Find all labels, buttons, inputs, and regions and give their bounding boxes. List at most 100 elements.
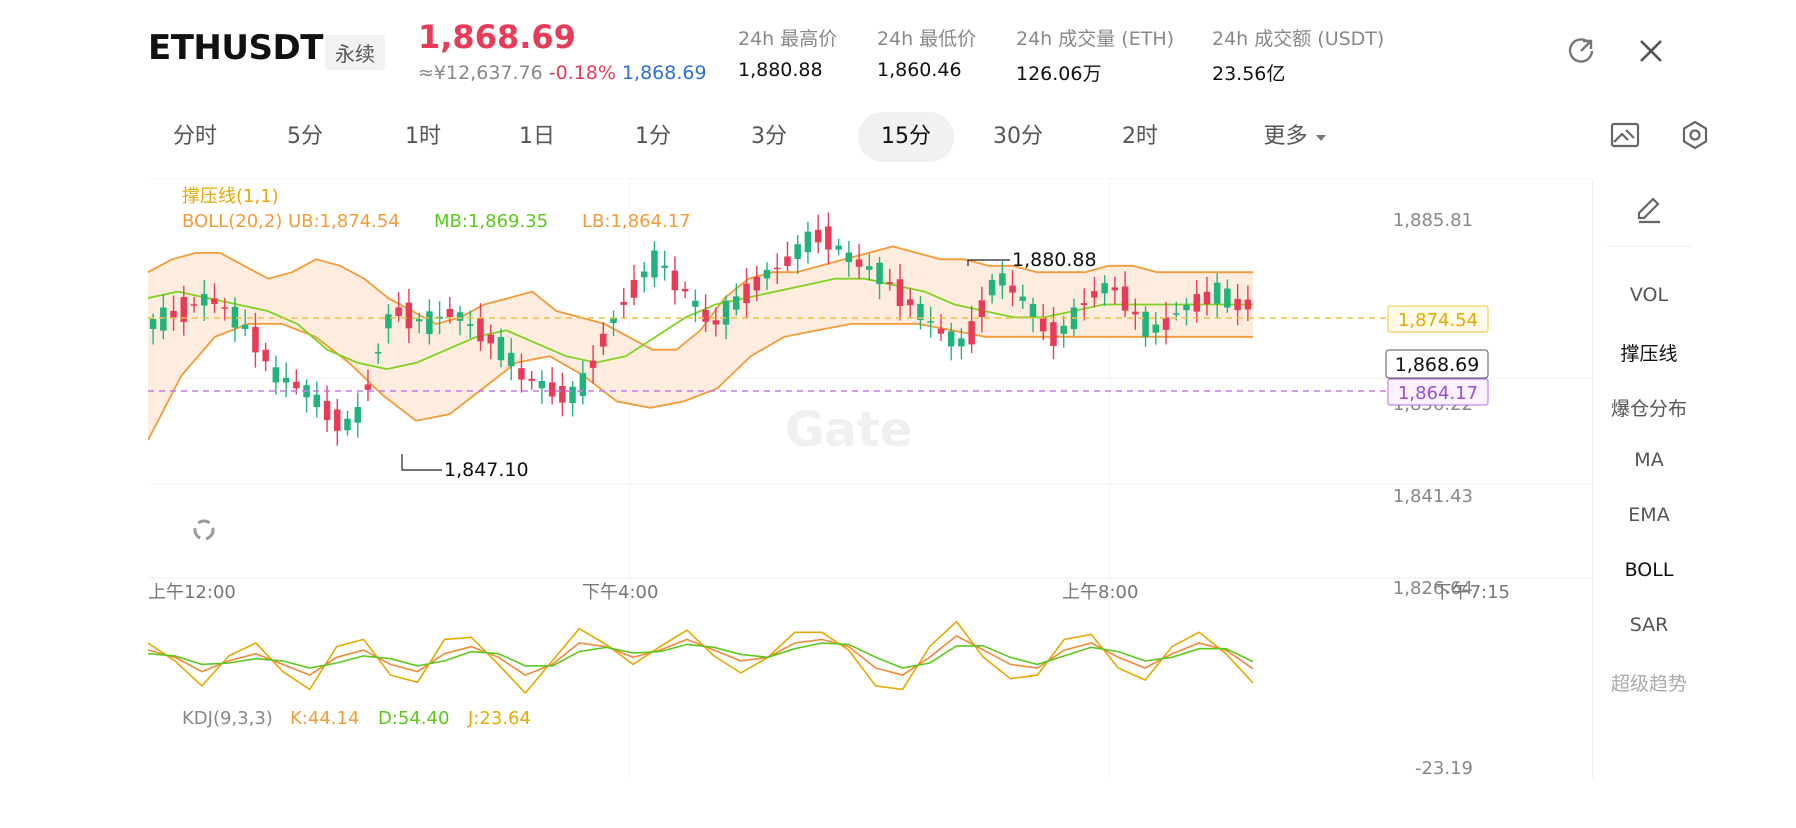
x-tick: 上午8:00 bbox=[1062, 582, 1138, 603]
candle-body bbox=[589, 360, 597, 368]
support-price: 1,864.17 bbox=[1398, 383, 1478, 404]
candle-body bbox=[1121, 286, 1129, 311]
candle-body bbox=[344, 418, 351, 431]
stat-label: 24h 成交量 (ETH) bbox=[1016, 28, 1175, 50]
candle-body bbox=[538, 381, 546, 389]
candle-body bbox=[507, 352, 515, 367]
candle-body bbox=[825, 226, 832, 250]
chart-image-icon[interactable] bbox=[1610, 120, 1640, 150]
candle-body bbox=[1019, 296, 1026, 301]
side-item-support-line[interactable]: 撑压线 bbox=[1593, 339, 1705, 366]
interval-tabs: 分时 5分 1时 1日 1分 3分 15分 30分 2时 更多 bbox=[150, 112, 1350, 162]
pencil-draw-icon[interactable] bbox=[1633, 194, 1665, 230]
side-item-sar[interactable]: SAR bbox=[1593, 614, 1705, 636]
side-item-boll[interactable]: BOLL bbox=[1593, 559, 1705, 581]
candle-body bbox=[364, 384, 372, 390]
tab-fenshi[interactable]: 分时 bbox=[150, 112, 240, 162]
side-item-liquidation[interactable]: 爆仓分布 bbox=[1593, 394, 1705, 421]
candle-body bbox=[999, 273, 1006, 286]
tab-3m[interactable]: 3分 bbox=[734, 112, 804, 162]
caret-down-icon bbox=[1315, 135, 1326, 141]
boll-legend: BOLL(20,2) bbox=[182, 211, 282, 232]
tab-more-label: 更多 bbox=[1263, 124, 1308, 149]
candle-body bbox=[518, 368, 525, 380]
candle-body bbox=[671, 270, 679, 291]
kdj-k-line bbox=[147, 634, 1254, 676]
candle-body bbox=[702, 309, 709, 322]
side-item-ma[interactable]: MA bbox=[1593, 449, 1705, 471]
candle-body bbox=[528, 378, 535, 381]
candle-body bbox=[487, 334, 494, 344]
candle-body bbox=[784, 256, 791, 266]
candle-body bbox=[937, 328, 945, 334]
candle-body bbox=[988, 279, 996, 296]
tab-5m[interactable]: 5分 bbox=[270, 112, 340, 162]
candle-body bbox=[272, 367, 280, 383]
candle-body bbox=[201, 294, 208, 306]
refresh-spinner-icon[interactable] bbox=[193, 519, 215, 541]
tab-15m[interactable]: 15分 bbox=[858, 112, 954, 162]
side-item-vol[interactable]: VOL bbox=[1593, 284, 1705, 306]
candle-body bbox=[641, 271, 648, 278]
candle-body bbox=[794, 244, 801, 259]
boll-band-fill bbox=[148, 246, 1253, 441]
candle-body bbox=[1080, 303, 1088, 305]
candle-body bbox=[241, 324, 249, 329]
candle-body bbox=[1101, 283, 1108, 294]
side-item-supertrend[interactable]: 超级趋势 bbox=[1593, 669, 1705, 696]
tab-more[interactable]: 更多 bbox=[1250, 112, 1340, 162]
candle-body bbox=[1213, 282, 1221, 304]
kline-chart[interactable]: Gate 1,880.88 1,847.10 撑压线(1,1) BOLL(20,… bbox=[147, 177, 1598, 779]
candle-body bbox=[1203, 291, 1211, 305]
external-refresh-icon[interactable] bbox=[1566, 36, 1596, 66]
candle-body bbox=[282, 377, 290, 383]
low-annotation: 1,847.10 bbox=[401, 454, 529, 481]
candle-body bbox=[548, 382, 556, 397]
support-line-legend: 撑压线(1,1) bbox=[182, 186, 279, 207]
candle-body bbox=[1152, 324, 1159, 333]
candle-body bbox=[1060, 325, 1067, 334]
resistance-price-tag: 1,874.54 bbox=[1387, 305, 1489, 333]
tab-30m[interactable]: 30分 bbox=[980, 112, 1056, 162]
stat-24h-turnover: 24h 成交额 (USDT) 23.56亿 bbox=[1212, 24, 1384, 86]
kdj-j-line bbox=[147, 620, 1254, 695]
candle-body bbox=[804, 231, 812, 253]
side-item-ema[interactable]: EMA bbox=[1593, 504, 1705, 526]
candle-body bbox=[1132, 311, 1139, 315]
candle-body bbox=[231, 306, 239, 328]
candle-body bbox=[1234, 298, 1241, 311]
candle-body bbox=[559, 386, 566, 403]
candle-body bbox=[467, 324, 474, 326]
candle-body bbox=[968, 321, 975, 345]
candle-body bbox=[927, 321, 934, 323]
candle-body bbox=[293, 381, 300, 389]
candle-body bbox=[1009, 285, 1016, 293]
candle-body bbox=[1029, 304, 1037, 317]
hexagon-settings-icon[interactable] bbox=[1680, 120, 1710, 150]
candle-body bbox=[774, 267, 781, 270]
candle-body bbox=[446, 308, 454, 318]
kdj-y-tick: -23.19 bbox=[1415, 758, 1473, 778]
tab-1d[interactable]: 1日 bbox=[502, 112, 572, 162]
stat-24h-high: 24h 最高价 1,880.88 bbox=[738, 24, 837, 81]
candle-body bbox=[160, 307, 167, 331]
stat-label: 24h 成交额 (USDT) bbox=[1212, 28, 1385, 50]
x-tick: 上午12:00 bbox=[148, 582, 236, 603]
candle-body bbox=[866, 266, 873, 270]
boll-mb: MB:1,869.35 bbox=[434, 211, 548, 232]
close-icon[interactable] bbox=[1636, 36, 1666, 66]
contract-type-badge: 永续 bbox=[325, 35, 385, 70]
tab-1h[interactable]: 1时 bbox=[388, 112, 458, 162]
candle-body bbox=[722, 300, 730, 325]
stat-24h-volume: 24h 成交量 (ETH) 126.06万 bbox=[1016, 24, 1174, 86]
candle-body bbox=[1183, 305, 1190, 311]
boll-band-area bbox=[148, 246, 1253, 441]
candle-body bbox=[886, 282, 893, 284]
candle-body bbox=[907, 299, 914, 306]
stat-value: 1,860.46 bbox=[877, 59, 962, 81]
tab-1m[interactable]: 1分 bbox=[618, 112, 688, 162]
candle-body bbox=[733, 296, 740, 310]
tab-2h[interactable]: 2时 bbox=[1105, 112, 1175, 162]
candle-body bbox=[262, 349, 269, 362]
candle-body bbox=[681, 288, 689, 292]
